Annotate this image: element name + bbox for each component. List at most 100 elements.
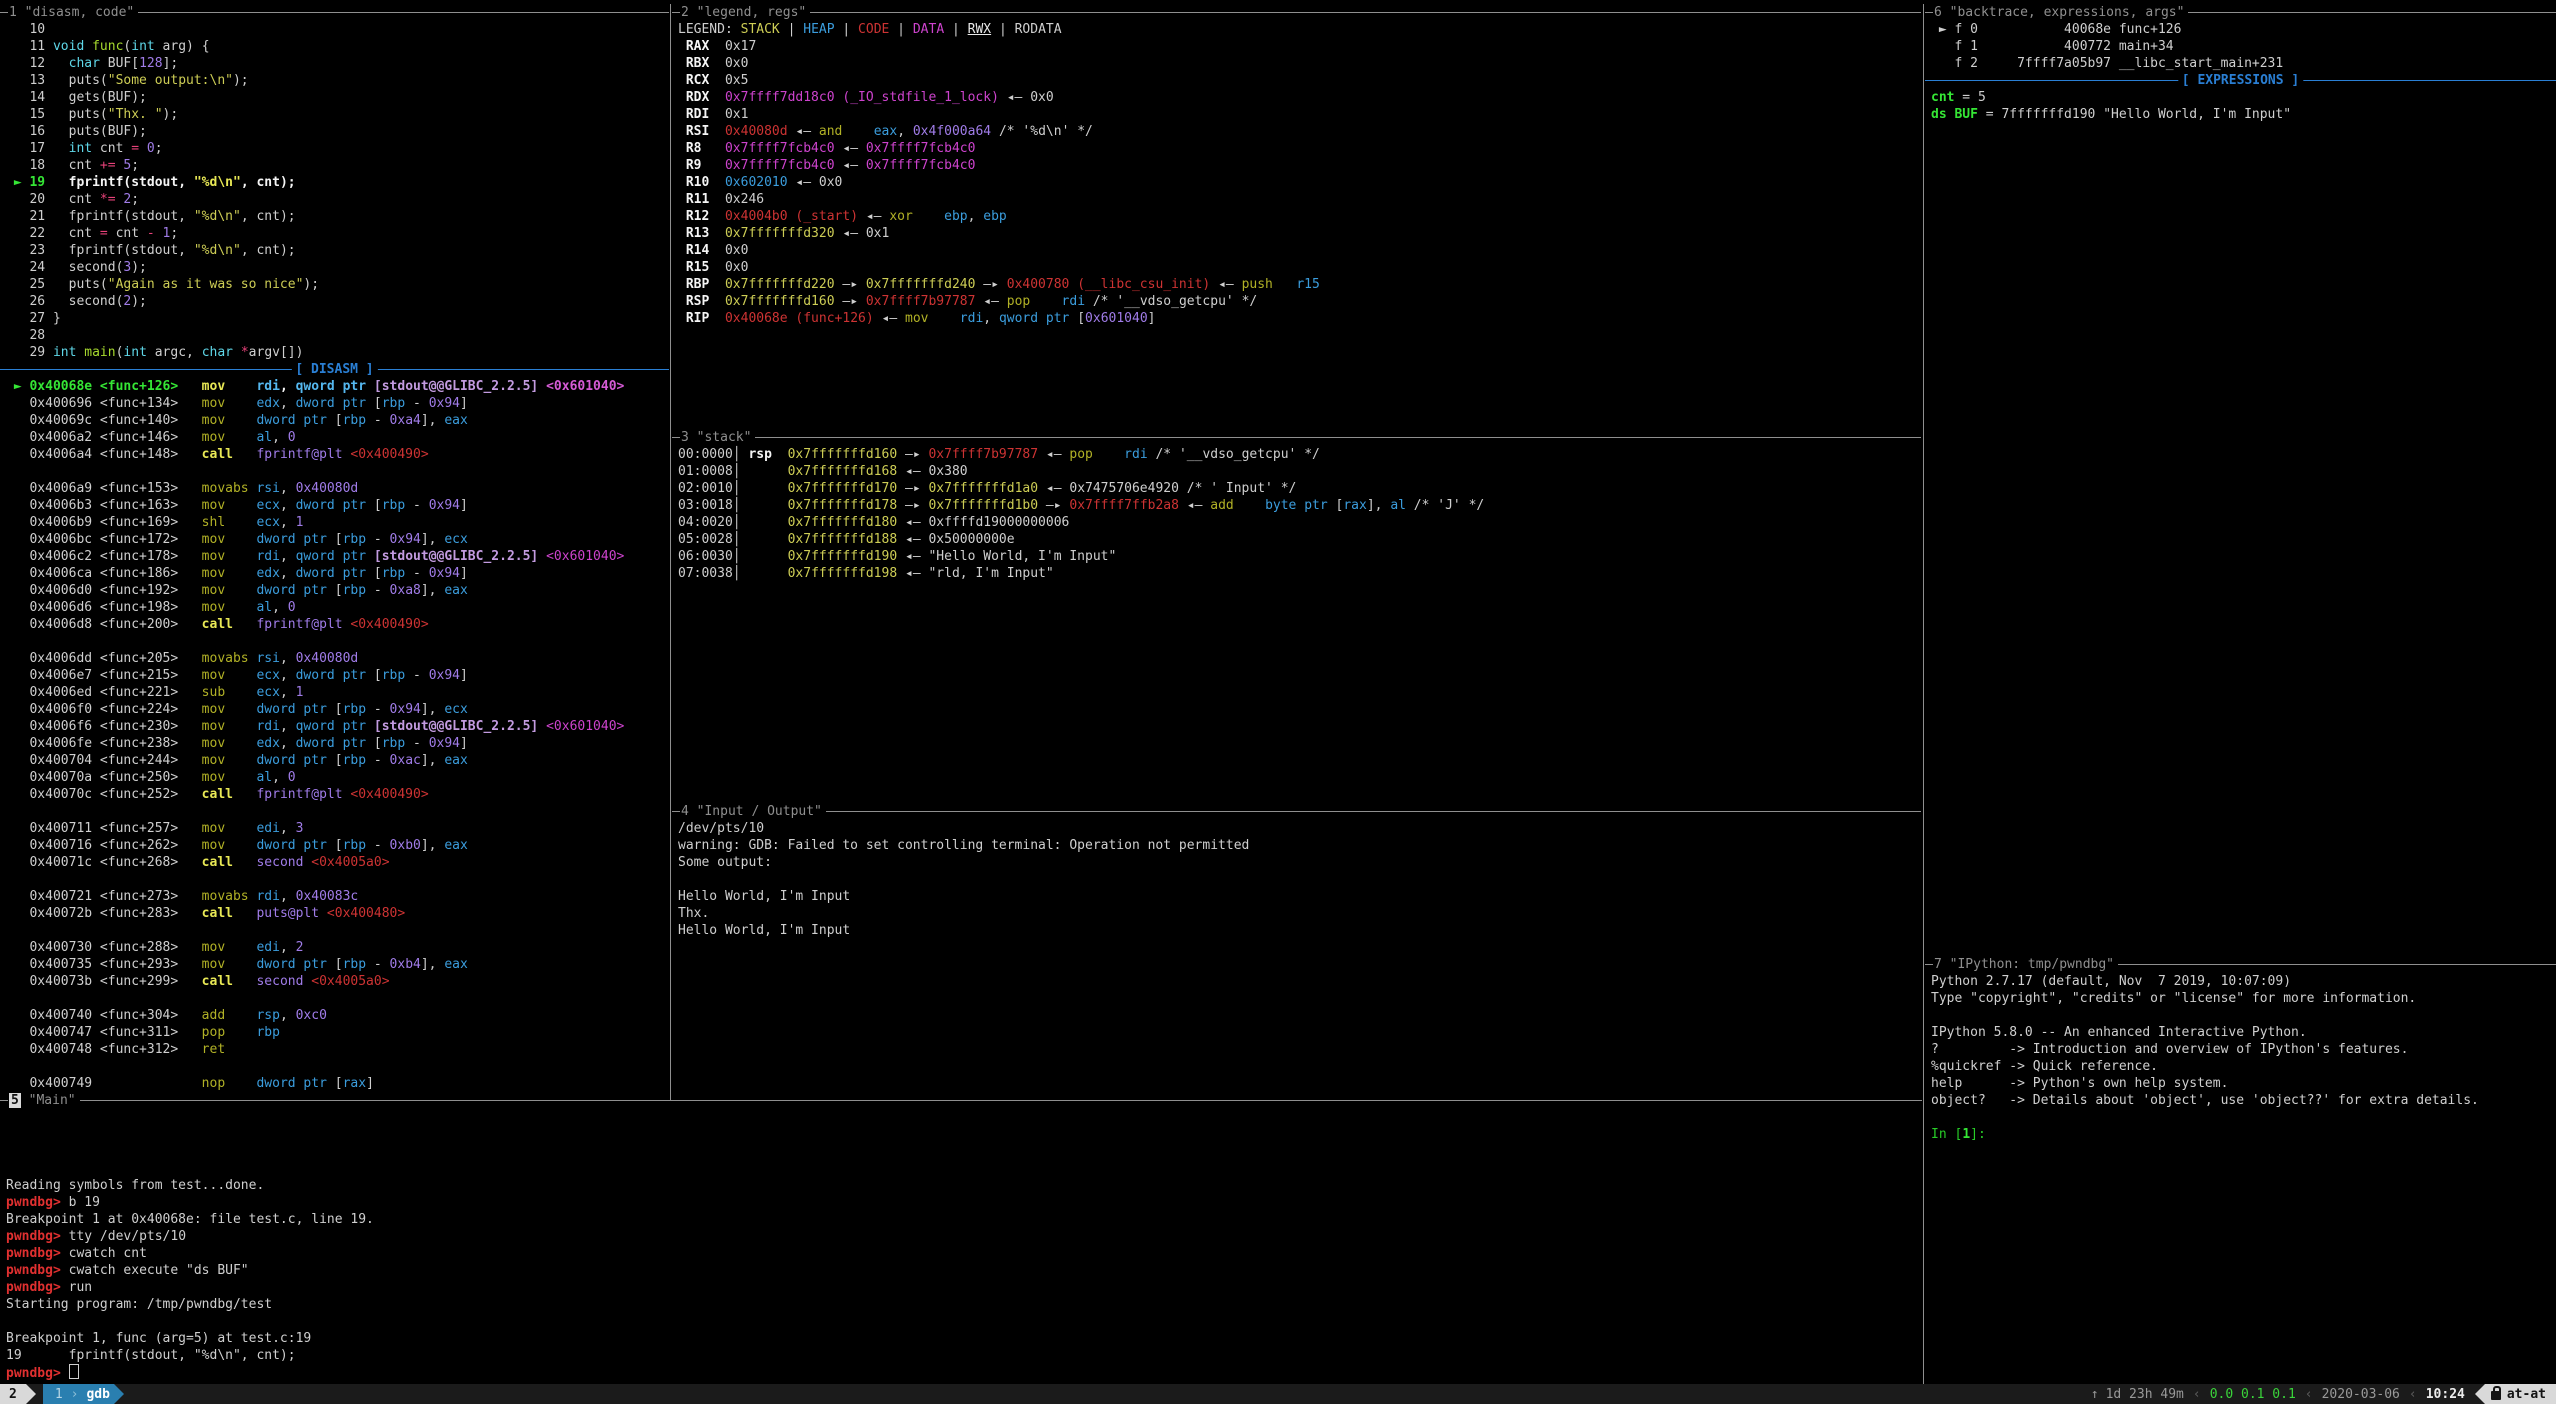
terminal-line: 23 fprintf(stdout, "%d\n", cnt);: [6, 242, 669, 259]
pane-border-line: [672, 12, 1921, 13]
terminal-line: RDI 0x1: [678, 106, 1921, 123]
hostname-badge: at-at: [2485, 1384, 2556, 1404]
pane-title-input-output: 4 "Input / Output": [672, 803, 1921, 820]
pane-border-line: [672, 437, 1921, 438]
terminal-line: 05:0028│ 0x7fffffffd188 ◂— 0x50000000e: [678, 531, 1921, 548]
terminal-line: Starting program: /tmp/pwndbg/test: [6, 1296, 1922, 1313]
terminal-line: Python 2.7.17 (default, Nov 7 2019, 10:0…: [1931, 973, 2556, 990]
terminal-line: 19 fprintf(stdout, "%d\n", cnt);: [6, 1347, 1922, 1364]
terminal-line: 00:0000│ rsp 0x7fffffffd160 —▸ 0x7ffff7b…: [678, 446, 1921, 463]
pane-border-vertical-2[interactable]: [1923, 4, 1924, 1384]
terminal-line: 28: [6, 327, 669, 344]
pane-title-label: 1 "disasm, code": [8, 4, 138, 21]
terminal-line: 16 puts(BUF);: [6, 123, 669, 140]
pane-title-label: 5 "Main": [8, 1092, 80, 1109]
section-divider: [ DISASM ]: [0, 361, 669, 378]
date-value: 2020-03-06: [2322, 1386, 2400, 1403]
terminal-line: 0x40069c <func+140> mov dword ptr [rbp -…: [6, 412, 669, 429]
terminal-line: 17 int cnt = 0;: [6, 140, 669, 157]
hostname: at-at: [2507, 1386, 2546, 1403]
terminal-line: 0x4006a4 <func+148> call fprintf@plt <0x…: [6, 446, 669, 463]
terminal-line: Hello World, I'm Input: [678, 922, 1921, 939]
tmux-window-item-gdb[interactable]: 1 › gdb: [43, 1384, 114, 1404]
terminal-line: R9 0x7ffff7fcb4c0 ◂— 0x7ffff7fcb4c0: [678, 157, 1921, 174]
terminal-line: pwndbg> cwatch cnt: [6, 1245, 1922, 1262]
terminal-line: 0x4006a9 <func+153> movabs rsi, 0x40080d: [6, 480, 669, 497]
pane-title-disasm-code: 1 "disasm, code": [0, 4, 669, 21]
terminal-line: 0x400740 <func+304> add rsp, 0xc0: [6, 1007, 669, 1024]
window-name: gdb: [86, 1386, 109, 1403]
terminal-line: ? -> Introduction and overview of IPytho…: [1931, 1041, 2556, 1058]
terminal-line: 21 fprintf(stdout, "%d\n", cnt);: [6, 208, 669, 225]
terminal-line: ► f 0 40068e func+126: [1931, 21, 2556, 38]
terminal-line: 22 cnt = cnt - 1;: [6, 225, 669, 242]
pane-title-label: 3 "stack": [680, 429, 755, 446]
uptime-value: 1d 23h 49m: [2106, 1386, 2184, 1403]
terminal-line: 0x40072b <func+283> call puts@plt <0x400…: [6, 905, 669, 922]
terminal-line: RBX 0x0: [678, 55, 1921, 72]
terminal-line: 11 void func(int arg) {: [6, 38, 669, 55]
powerline-arrow-icon: [2475, 1384, 2485, 1404]
pane-title-label: 6 "backtrace, expressions, args": [1933, 4, 2188, 21]
terminal-line: 04:0020│ 0x7fffffffd180 ◂— 0xffffd190000…: [678, 514, 1921, 531]
terminal-line: 06:0030│ 0x7fffffffd190 ◂— "Hello World,…: [678, 548, 1921, 565]
tmux-status-bar: 2 1 › gdb ↑ 1d 23h 49m ‹ 0.0 0.1 0.1 ‹ 2…: [0, 1384, 2556, 1404]
terminal-line: 0x400696 <func+134> mov edx, dword ptr […: [6, 395, 669, 412]
terminal-line: pwndbg> b 19: [6, 1194, 1922, 1211]
terminal-line: RSI 0x40080d ◂— and eax, 0x4f000a64 /* '…: [678, 123, 1921, 140]
terminal-line: RBP 0x7fffffffd220 —▸ 0x7fffffffd240 —▸ …: [678, 276, 1921, 293]
powerline-arrow-icon: [114, 1384, 124, 1404]
terminal-line: pwndbg> run: [6, 1279, 1922, 1296]
terminal-line: Some output:: [678, 854, 1921, 871]
terminal-line: LEGEND: STACK | HEAP | CODE | DATA | RWX…: [678, 21, 1921, 38]
window-index: 1: [55, 1386, 63, 1403]
uptime-arrow-icon: ↑: [2091, 1386, 2099, 1403]
pane-title-label: 7 "IPython: tmp/pwndbg": [1933, 956, 2118, 973]
terminal-line: 0x4006d6 <func+198> mov al, 0: [6, 599, 669, 616]
terminal-line: RSP 0x7fffffffd160 —▸ 0x7ffff7b97787 ◂— …: [678, 293, 1921, 310]
terminal-line: R8 0x7ffff7fcb4c0 ◂— 0x7ffff7fcb4c0: [678, 140, 1921, 157]
terminal-line: 01:0008│ 0x7fffffffd168 ◂— 0x380: [678, 463, 1921, 480]
terminal-line: %quickref -> Quick reference.: [1931, 1058, 2556, 1075]
terminal-line: 0x400704 <func+244> mov dword ptr [rbp -…: [6, 752, 669, 769]
terminal-line: R13 0x7fffffffd320 ◂— 0x1: [678, 225, 1921, 242]
lock-icon: [2491, 1391, 2501, 1400]
terminal-line: 0x4006c2 <func+178> mov rdi, qword ptr […: [6, 548, 669, 565]
pane-title-main: 5 "Main": [0, 1092, 1922, 1109]
terminal-line: RAX 0x17: [678, 38, 1921, 55]
terminal-line: 0x40073b <func+299> call second <0x4005a…: [6, 973, 669, 990]
terminal-line: 25 puts("Again as it was so nice");: [6, 276, 669, 293]
terminal-line: 10: [6, 21, 669, 38]
terminal-line: Reading symbols from test...done.: [6, 1177, 1922, 1194]
tmux-session-badge[interactable]: 2: [0, 1384, 26, 1404]
divider-label: [ DISASM ]: [291, 361, 377, 378]
terminal-line: 24 second(3);: [6, 259, 669, 276]
powerline-arrow-icon: [26, 1384, 36, 1404]
terminal-line: RCX 0x5: [678, 72, 1921, 89]
terminal-line: 0x4006ed <func+221> sub ecx, 1: [6, 684, 669, 701]
terminal-line: 02:0010│ 0x7fffffffd170 —▸ 0x7fffffffd1a…: [678, 480, 1921, 497]
terminal-line: pwndbg> tty /dev/pts/10: [6, 1228, 1922, 1245]
terminal-line: 13 puts("Some output:\n");: [6, 72, 669, 89]
terminal-line: 0x4006d0 <func+192> mov dword ptr [rbp -…: [6, 582, 669, 599]
status-bar-right: ↑ 1d 23h 49m ‹ 0.0 0.1 0.1 ‹ 2020-03-06 …: [2091, 1384, 2556, 1404]
terminal-line: 0x4006fe <func+238> mov edx, dword ptr […: [6, 735, 669, 752]
session-number: 2: [9, 1386, 17, 1403]
section-divider: [ EXPRESSIONS ]: [1925, 72, 2556, 89]
pane-border-vertical-1[interactable]: [670, 4, 671, 1101]
terminal-line: Breakpoint 1, func (arg=5) at test.c:19: [6, 1330, 1922, 1347]
terminal-line: 0x4006dd <func+205> movabs rsi, 0x40080d: [6, 650, 669, 667]
text-cursor: [69, 1364, 79, 1379]
pane-title-backtrace: 6 "backtrace, expressions, args": [1925, 4, 2556, 21]
terminal-line: 03:0018│ 0x7fffffffd178 —▸ 0x7fffffffd1b…: [678, 497, 1921, 514]
terminal-line: 0x400711 <func+257> mov edi, 3: [6, 820, 669, 837]
terminal-line: R12 0x4004b0 (_start) ◂— xor ebp, ebp: [678, 208, 1921, 225]
terminal-line: 0x400748 <func+312> ret: [6, 1041, 669, 1058]
terminal-line: R10 0x602010 ◂— 0x0: [678, 174, 1921, 191]
pane-title-stack: 3 "stack": [672, 429, 1921, 446]
terminal-line: pwndbg>: [6, 1364, 1922, 1381]
chevron-left-icon: ‹: [2409, 1386, 2417, 1403]
terminal-line: 0x400721 <func+273> movabs rdi, 0x40083c: [6, 888, 669, 905]
terminal-line: 0x4006b9 <func+169> shl ecx, 1: [6, 514, 669, 531]
terminal-line: ► 19 fprintf(stdout, "%d\n", cnt);: [6, 174, 669, 191]
